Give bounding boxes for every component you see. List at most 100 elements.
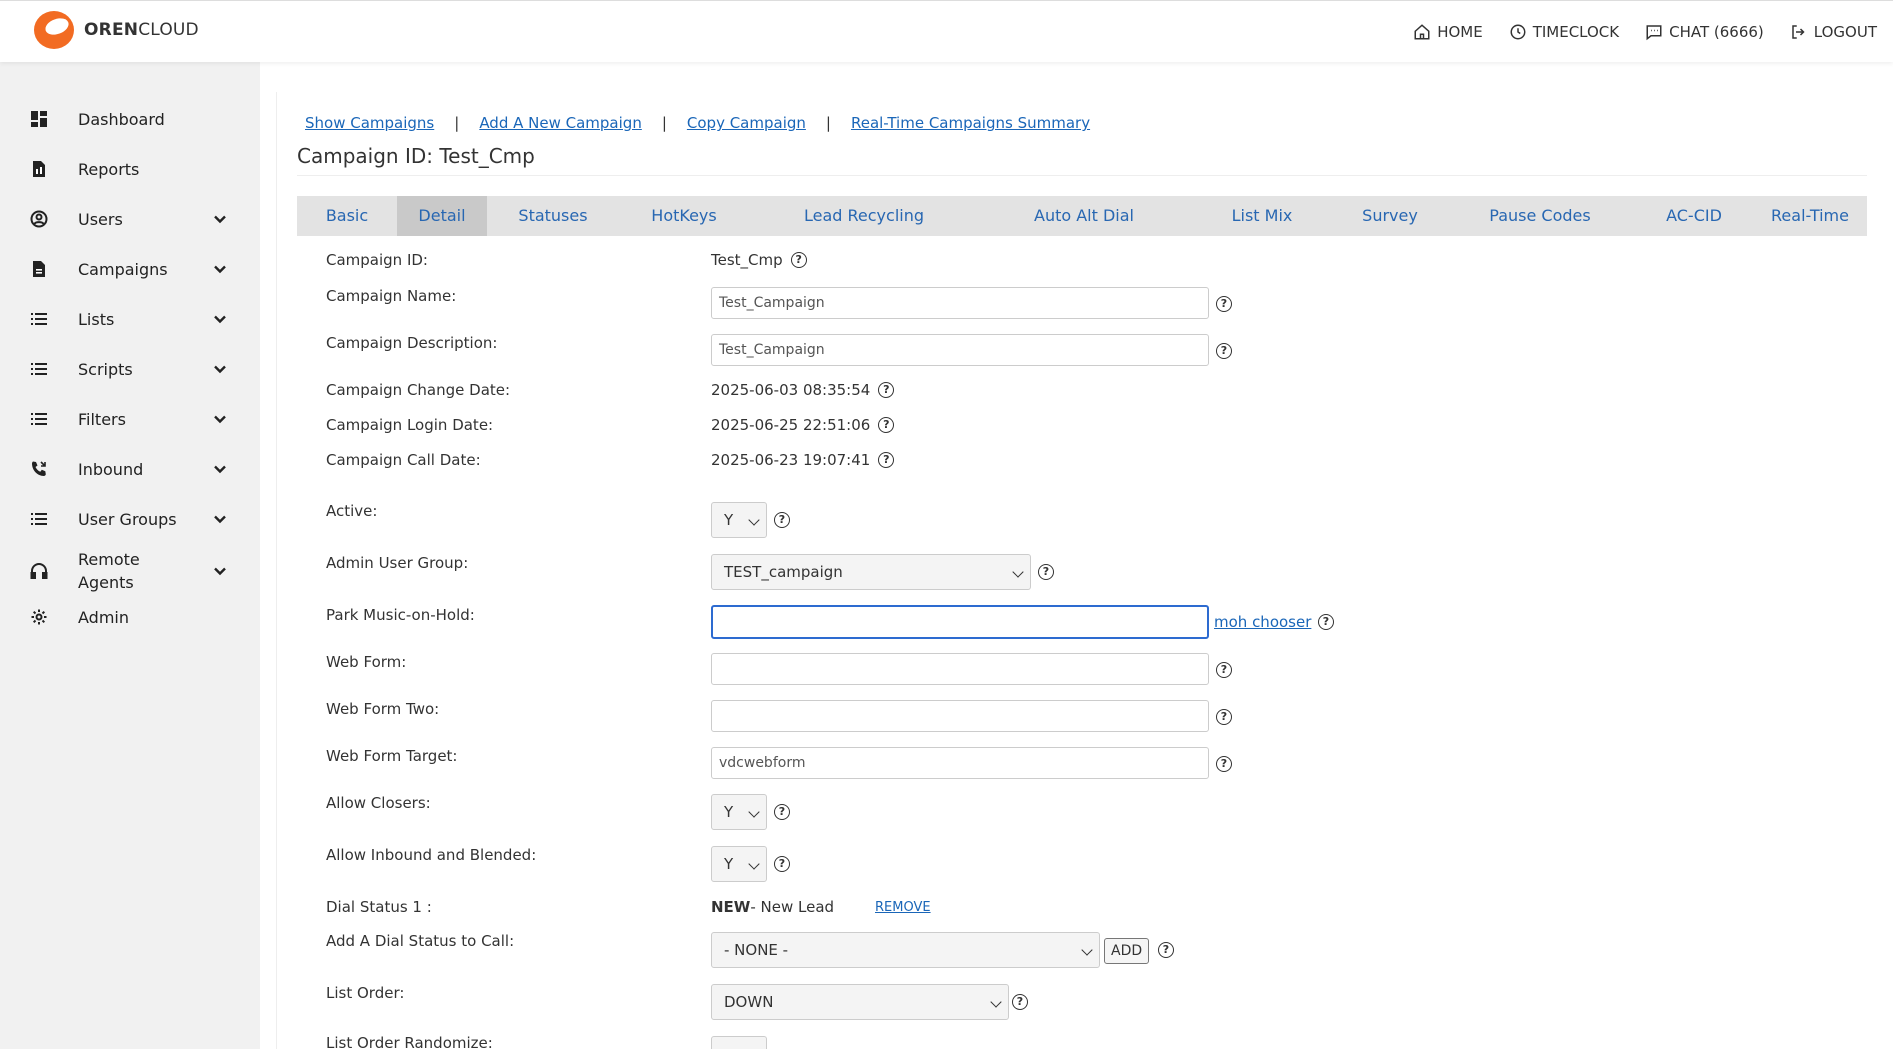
chevron-down-icon[interactable]	[212, 563, 228, 579]
sidebar-item-user-groups[interactable]: User Groups	[0, 506, 260, 532]
allow-closers-value: Y	[724, 803, 734, 821]
active-label: Active:	[326, 502, 378, 520]
chevron-down-icon[interactable]	[212, 511, 228, 527]
park-moh-input[interactable]	[711, 605, 1209, 639]
dial-status-desc: - New Lead	[750, 898, 835, 916]
sidebar-item-remote-agents[interactable]: Remote Agents	[0, 546, 260, 596]
remove-status-link[interactable]: REMOVE	[875, 900, 931, 915]
chevron-down-icon[interactable]	[212, 311, 228, 327]
chevron-down-icon[interactable]	[212, 261, 228, 277]
sidebar-item-label: Dashboard	[78, 109, 165, 129]
campaign-id-text: Test_Cmp	[711, 251, 783, 269]
nav-logout[interactable]: LOGOUT	[1790, 23, 1877, 41]
sidebar-item-users[interactable]: Users	[0, 206, 260, 232]
chevron-down-icon[interactable]	[212, 411, 228, 427]
main-content: Show Campaigns | Add A New Campaign | Co…	[276, 92, 1893, 1049]
sidebar-item-reports[interactable]: Reports	[0, 156, 260, 182]
help-icon[interactable]: ?	[1216, 756, 1232, 772]
phone-icon	[32, 461, 46, 476]
nav-timeclock-label: TIMECLOCK	[1532, 23, 1620, 41]
brand-name: ORENCLOUD	[84, 20, 199, 40]
help-icon[interactable]: ?	[878, 452, 895, 468]
tab-auto-alt-dial[interactable]: Auto Alt Dial	[979, 196, 1189, 236]
admin-user-group-select[interactable]: TEST_campaign	[711, 554, 1031, 590]
help-icon[interactable]: ?	[1012, 994, 1028, 1010]
tab-lead-recycling[interactable]: Lead Recycling	[749, 196, 979, 236]
moh-chooser-link[interactable]: moh chooser	[1214, 613, 1311, 631]
add-dial-status-select[interactable]: - NONE -	[711, 932, 1100, 968]
list-order-randomize-label: List Order Randomize:	[326, 1034, 493, 1049]
campaign-name-input[interactable]: Test_Campaign	[711, 287, 1209, 319]
chevron-down-icon	[748, 806, 760, 818]
dial-status-1-value: NEW - New Lead	[711, 898, 834, 916]
tab-detail[interactable]: Detail	[397, 196, 487, 236]
sidebar-item-dashboard[interactable]: Dashboard	[0, 106, 260, 132]
sidebar-item-filters[interactable]: Filters	[0, 406, 260, 432]
sidebar-item-admin[interactable]: Admin	[0, 604, 260, 630]
sidebar-item-inbound[interactable]: Inbound	[0, 456, 260, 482]
realtime-summary-link[interactable]: Real-Time Campaigns Summary	[851, 114, 1090, 132]
list-order-select[interactable]: DOWN	[711, 984, 1009, 1020]
web-form-target-input[interactable]: vdcwebform	[711, 747, 1209, 779]
help-icon[interactable]: ?	[774, 804, 790, 820]
tab-list-mix[interactable]: List Mix	[1189, 196, 1335, 236]
chevron-down-icon	[990, 996, 1002, 1008]
tab-real-time[interactable]: Real-Time	[1753, 196, 1867, 236]
dial-status-code: NEW	[711, 898, 751, 916]
active-select[interactable]: Y	[711, 502, 767, 538]
help-icon[interactable]: ?	[1216, 296, 1232, 312]
web-form-two-input[interactable]	[711, 700, 1209, 732]
web-form-input[interactable]	[711, 653, 1209, 685]
web-form-target-label: Web Form Target:	[326, 747, 458, 765]
sidebar: Dashboard Reports Users Campaigns Lists …	[0, 62, 260, 1049]
nav-chat[interactable]: CHAT (6666)	[1645, 23, 1764, 41]
sidebar-item-scripts[interactable]: Scripts	[0, 356, 260, 382]
campaign-description-input[interactable]: Test_Campaign	[711, 334, 1209, 366]
active-select-value: Y	[724, 511, 734, 529]
help-icon[interactable]: ?	[1318, 614, 1334, 630]
help-icon[interactable]: ?	[774, 512, 790, 528]
brand-logo[interactable]: ORENCLOUD	[34, 11, 199, 49]
campaign-name-label: Campaign Name:	[326, 287, 457, 305]
help-icon[interactable]: ?	[878, 382, 895, 398]
help-icon[interactable]: ?	[1038, 564, 1054, 580]
list-icon	[31, 313, 47, 325]
chevron-down-icon[interactable]	[212, 361, 228, 377]
add-status-button[interactable]: ADD	[1104, 938, 1150, 964]
tab-survey[interactable]: Survey	[1335, 196, 1445, 236]
tab-statuses[interactable]: Statuses	[487, 196, 619, 236]
allow-closers-label: Allow Closers:	[326, 794, 431, 812]
home-icon	[1414, 24, 1430, 40]
chevron-down-icon[interactable]	[212, 211, 228, 227]
call-date-text: 2025-06-23 19:07:41	[711, 451, 871, 469]
add-campaign-link[interactable]: Add A New Campaign	[479, 114, 642, 132]
list-order-randomize-select[interactable]	[711, 1036, 767, 1049]
top-nav: HOME TIMECLOCK CHAT (6666) LOGOUT	[1413, 23, 1877, 41]
campaign-id-label: Campaign ID:	[326, 251, 428, 269]
help-icon[interactable]: ?	[1216, 709, 1232, 725]
tab-basic[interactable]: Basic	[297, 196, 397, 236]
chevron-down-icon[interactable]	[212, 461, 228, 477]
login-date-value: 2025-06-25 22:51:06 ?	[711, 416, 895, 434]
copy-campaign-link[interactable]: Copy Campaign	[687, 114, 806, 132]
clock-icon	[1510, 24, 1526, 40]
help-icon[interactable]: ?	[774, 856, 790, 872]
tab-pause-codes[interactable]: Pause Codes	[1445, 196, 1635, 236]
campaign-description-label: Campaign Description:	[326, 334, 498, 352]
allow-closers-select[interactable]: Y	[711, 794, 767, 830]
list-icon	[31, 413, 47, 425]
allow-inbound-blended-select[interactable]: Y	[711, 846, 767, 882]
sidebar-item-label: Inbound	[78, 459, 144, 479]
help-icon[interactable]: ?	[1216, 662, 1232, 678]
nav-home[interactable]: HOME	[1413, 23, 1483, 41]
tab-hotkeys[interactable]: HotKeys	[619, 196, 749, 236]
show-campaigns-link[interactable]: Show Campaigns	[305, 114, 434, 132]
help-icon[interactable]: ?	[878, 417, 895, 433]
sidebar-item-campaigns[interactable]: Campaigns	[0, 256, 260, 282]
help-icon[interactable]: ?	[790, 252, 807, 268]
help-icon[interactable]: ?	[1216, 343, 1232, 359]
tab-ac-cid[interactable]: AC-CID	[1635, 196, 1753, 236]
sidebar-item-lists[interactable]: Lists	[0, 306, 260, 332]
help-icon[interactable]: ?	[1158, 942, 1174, 958]
nav-timeclock[interactable]: TIMECLOCK	[1509, 23, 1619, 41]
